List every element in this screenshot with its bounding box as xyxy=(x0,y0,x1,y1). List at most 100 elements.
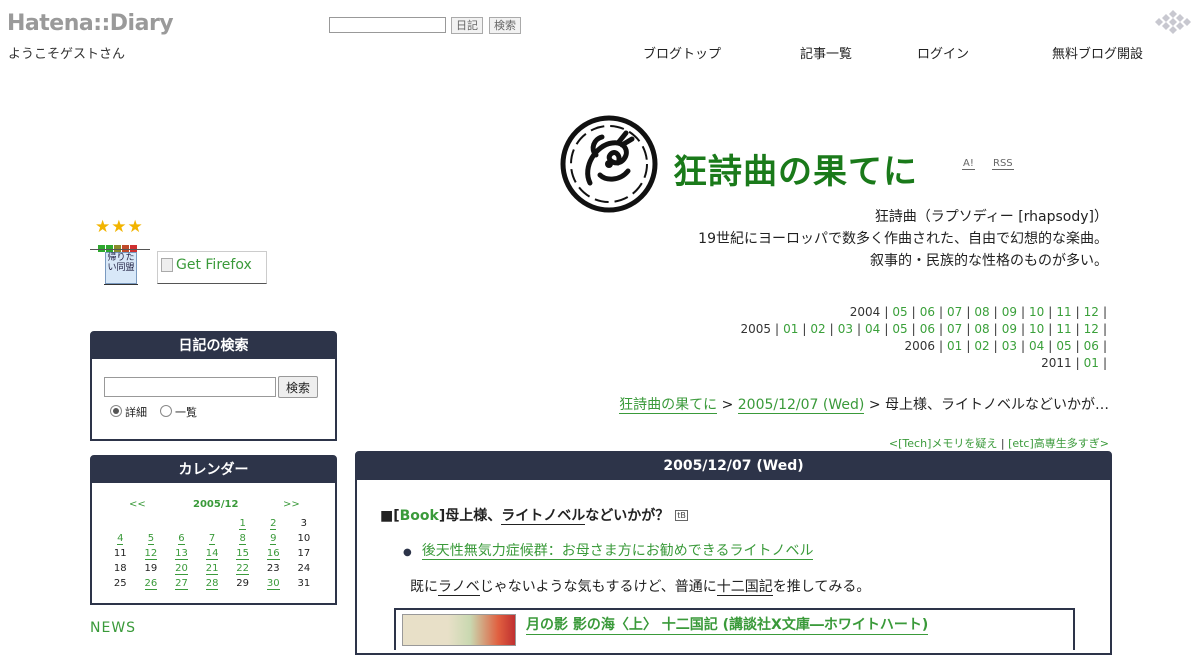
archive-month-link[interactable]: 01 xyxy=(783,322,798,336)
calendar-day-link[interactable]: 30 xyxy=(266,578,280,590)
archive-month-link[interactable]: 09 xyxy=(1002,322,1017,336)
archive-month-link[interactable]: 11 xyxy=(1056,305,1071,319)
calendar-day[interactable]: 9 xyxy=(258,531,289,546)
archive-month-link[interactable]: 09 xyxy=(1002,305,1017,319)
amazon-item-title-link[interactable]: 月の影 影の海〈上〉 十二国記 (講談社X文庫―ホワイトハート) xyxy=(526,614,929,635)
archive-month-link[interactable]: 06 xyxy=(920,305,935,319)
calendar-day[interactable]: 21 xyxy=(197,561,228,576)
calendar-day-link[interactable]: 26 xyxy=(144,578,158,590)
calendar-day-link[interactable]: 4 xyxy=(117,533,124,545)
archive-month-link[interactable]: 02 xyxy=(810,322,825,336)
calendar-day[interactable]: 15 xyxy=(227,546,258,561)
get-firefox-banner[interactable]: Get Firefox xyxy=(157,251,267,284)
hatena-stars[interactable]: ★★★ xyxy=(95,217,144,237)
archive-month-link[interactable]: 10 xyxy=(1029,305,1044,319)
calendar-day[interactable]: 20 xyxy=(166,561,197,576)
breadcrumb-date-link[interactable]: 2005/12/07 (Wed) xyxy=(737,397,865,414)
calendar-day[interactable]: 12 xyxy=(136,546,167,561)
archive-month-link[interactable]: 04 xyxy=(1029,339,1044,353)
nav-blog-top[interactable]: ブログトップ xyxy=(643,43,721,62)
entry-category-link[interactable]: Book xyxy=(400,508,439,524)
radio-unchecked-icon[interactable] xyxy=(160,405,172,417)
archive-month-link[interactable]: 07 xyxy=(947,305,962,319)
calendar-day[interactable]: 5 xyxy=(136,531,167,546)
calendar-day-link[interactable]: 28 xyxy=(205,578,219,590)
services-grid-icon[interactable] xyxy=(1152,10,1194,38)
calendar-day[interactable]: 30 xyxy=(258,576,289,591)
nav-create-blog[interactable]: 無料ブログ開設 xyxy=(1052,43,1143,62)
calendar-day-link[interactable]: 6 xyxy=(178,533,185,545)
entry-title-keyword-link[interactable]: ライトノベル xyxy=(501,508,586,525)
archive-month-link[interactable]: 05 xyxy=(892,322,907,336)
archive-month-link[interactable]: 10 xyxy=(1029,322,1044,336)
book-cover-image[interactable] xyxy=(402,614,516,646)
calendar-day[interactable]: 7 xyxy=(197,531,228,546)
calendar-day[interactable]: 26 xyxy=(136,576,167,591)
radio-checked-icon[interactable] xyxy=(110,405,122,417)
calendar-day-link[interactable]: 8 xyxy=(239,533,246,545)
header-search-input[interactable] xyxy=(329,17,446,33)
calendar-day-link[interactable]: 13 xyxy=(175,548,188,560)
diary-search-input[interactable] xyxy=(104,377,276,397)
antenna-add-link[interactable]: A! xyxy=(962,158,975,170)
calendar-day-link[interactable]: 14 xyxy=(205,548,219,560)
diary-search-button[interactable]: 日記 xyxy=(451,17,483,34)
blog-title[interactable]: 狂詩曲の果てに xyxy=(673,144,918,193)
kaeritai-doumei-badge[interactable]: 帰りたい同盟 xyxy=(105,252,137,284)
archive-month-link[interactable]: 12 xyxy=(1084,322,1099,336)
archive-month-link[interactable]: 05 xyxy=(892,305,907,319)
archive-month-link[interactable]: 08 xyxy=(974,305,989,319)
calendar-day-link[interactable]: 20 xyxy=(175,563,188,575)
archive-month-link[interactable]: 03 xyxy=(838,322,853,336)
calendar-day-link[interactable]: 9 xyxy=(270,533,277,545)
nav-article-list[interactable]: 記事一覧 xyxy=(800,43,852,62)
calendar-day[interactable]: 2 xyxy=(258,516,289,531)
archive-month-link[interactable]: 05 xyxy=(1056,339,1071,353)
calendar-day[interactable]: 1 xyxy=(227,516,258,531)
calendar-day[interactable]: 22 xyxy=(227,561,258,576)
calendar-day[interactable]: 4 xyxy=(105,531,136,546)
rss-link[interactable]: RSS xyxy=(992,158,1014,170)
calendar-day[interactable]: 16 xyxy=(258,546,289,561)
calendar-day-link[interactable]: 1 xyxy=(239,518,246,530)
calendar-day-link[interactable]: 27 xyxy=(175,578,188,590)
archive-month-link[interactable]: 04 xyxy=(865,322,880,336)
calendar-day-link[interactable]: 12 xyxy=(144,548,158,560)
calendar-day-link[interactable]: 22 xyxy=(236,563,250,575)
keyword-link-ranobe[interactable]: ラノベ xyxy=(438,579,480,596)
hatena-diary-logo[interactable]: Hatena::Diary xyxy=(7,11,174,36)
trackback-icon[interactable]: tB xyxy=(675,510,688,521)
prev-entry-link[interactable]: <[Tech]メモリを疑え xyxy=(889,437,997,450)
calendar-day[interactable]: 13 xyxy=(166,546,197,561)
radio-list[interactable]: 一覧 xyxy=(160,404,197,420)
archive-month-link[interactable]: 08 xyxy=(974,322,989,336)
nav-login[interactable]: ログイン xyxy=(917,43,969,62)
calendar-month-link[interactable]: 2005/12 xyxy=(193,499,238,510)
entry-date-header[interactable]: 2005/12/07 (Wed) xyxy=(357,453,1110,480)
radio-detail[interactable]: 詳細 xyxy=(110,404,147,420)
calendar-day[interactable]: 14 xyxy=(197,546,228,561)
header-search-button[interactable]: 検索 xyxy=(489,17,521,34)
calendar-day[interactable]: 8 xyxy=(227,531,258,546)
calendar-day-link[interactable]: 2 xyxy=(270,518,277,530)
archive-month-link[interactable]: 06 xyxy=(920,322,935,336)
archive-month-link[interactable]: 01 xyxy=(1084,356,1099,370)
calendar-day[interactable]: 28 xyxy=(197,576,228,591)
archive-month-link[interactable]: 03 xyxy=(1002,339,1017,353)
archive-month-link[interactable]: 02 xyxy=(974,339,989,353)
calendar-day-link[interactable]: 5 xyxy=(147,533,155,545)
archive-month-link[interactable]: 12 xyxy=(1084,305,1099,319)
calendar-day-link[interactable]: 15 xyxy=(236,548,250,560)
archive-month-link[interactable]: 06 xyxy=(1084,339,1099,353)
calendar-day[interactable]: 6 xyxy=(166,531,197,546)
breadcrumb-home-link[interactable]: 狂詩曲の果てに xyxy=(619,397,718,414)
keyword-link-juuni-kokki[interactable]: 十二国記 xyxy=(716,579,773,596)
entry-external-link[interactable]: 後天性無気力症候群：お母さま方にお勧めできるライトノベル xyxy=(421,543,814,560)
calendar-prev-link[interactable]: << xyxy=(129,499,146,510)
archive-month-link[interactable]: 01 xyxy=(947,339,962,353)
next-entry-link[interactable]: [etc]高専生多すぎ> xyxy=(1008,437,1109,450)
diary-search-submit[interactable]: 検索 xyxy=(278,376,318,398)
archive-month-link[interactable]: 07 xyxy=(947,322,962,336)
calendar-day-link[interactable]: 16 xyxy=(266,548,280,560)
calendar-day-link[interactable]: 7 xyxy=(208,533,216,545)
